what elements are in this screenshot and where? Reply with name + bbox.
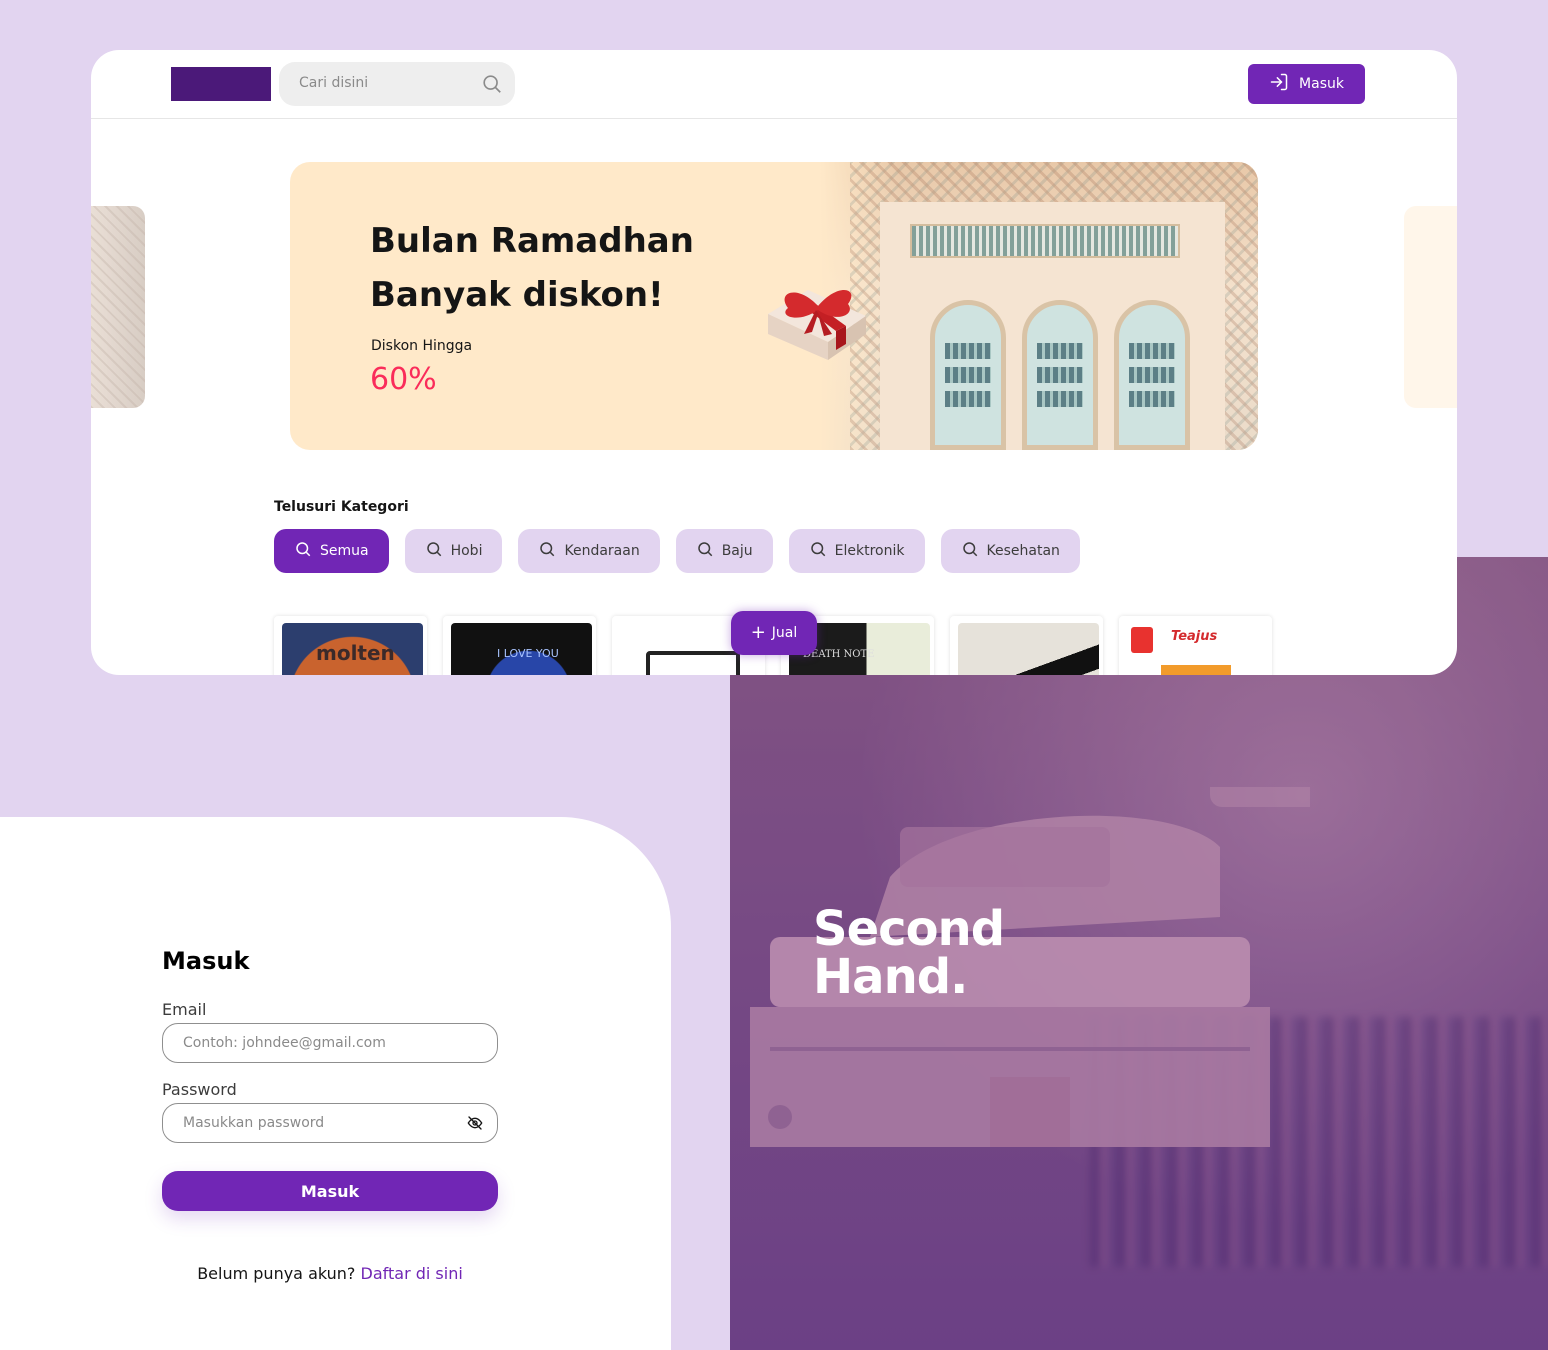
product-card[interactable]: I LOVE YOU: [443, 616, 596, 675]
product-card[interactable]: molten: [274, 616, 427, 675]
category-kendaraan[interactable]: Kendaraan: [518, 529, 660, 573]
email-field[interactable]: Contoh: johndee@gmail.com: [162, 1023, 498, 1063]
gift-box-image: [768, 289, 866, 360]
login-button[interactable]: Masuk: [1248, 64, 1365, 104]
product-card[interactable]: Teajus: [1119, 616, 1272, 675]
login-submit-button[interactable]: Masuk: [162, 1171, 498, 1211]
category-kesehatan[interactable]: Kesehatan: [940, 529, 1080, 573]
category-label: Hobi: [450, 543, 483, 559]
product-card[interactable]: [950, 616, 1103, 675]
search-input[interactable]: Cari disini: [279, 62, 515, 106]
sell-button-label: Jual: [771, 625, 798, 641]
promo-banner[interactable]: Bulan Ramadhan Banyak diskon! Diskon Hin…: [290, 162, 1258, 450]
product-image: I LOVE YOU: [451, 623, 592, 675]
category-label: Kesehatan: [986, 543, 1060, 559]
login-button-label: Masuk: [1299, 76, 1344, 92]
category-elektronik[interactable]: Elektronik: [788, 529, 925, 573]
navbar: Cari disini Masuk: [91, 50, 1457, 119]
carousel-prev-card[interactable]: [91, 206, 145, 408]
login-title: Masuk: [162, 947, 250, 975]
password-label: Password: [162, 1080, 237, 1099]
brand-logo-text: Second Hand.: [813, 901, 1005, 1005]
product-image: Teajus: [1127, 623, 1268, 675]
plus-icon: +: [750, 622, 766, 643]
search-icon: [961, 540, 979, 562]
banner-subtitle: Diskon Hingga: [371, 338, 473, 354]
carousel-next-card[interactable]: [1404, 206, 1457, 408]
sell-button[interactable]: + Jual: [731, 611, 817, 655]
login-panel: Masuk Email Contoh: johndee@gmail.com Pa…: [0, 817, 671, 1350]
category-semua[interactable]: Semua: [274, 529, 389, 573]
search-icon: [538, 540, 556, 562]
category-title: Telusuri Kategori: [274, 499, 409, 515]
homepage-window: Cari disini Masuk Bulan Ramadhan Banyak …: [91, 50, 1457, 675]
banner-title: Bulan Ramadhan Banyak diskon!: [370, 221, 694, 315]
category-label: Baju: [721, 543, 753, 559]
email-placeholder: Contoh: johndee@gmail.com: [183, 1035, 386, 1051]
register-link[interactable]: Daftar di sini: [361, 1264, 463, 1283]
category-label: Kendaraan: [564, 543, 640, 559]
search-icon[interactable]: [481, 73, 503, 99]
category-hobi[interactable]: Hobi: [404, 529, 503, 573]
email-label: Email: [162, 1000, 207, 1019]
category-baju[interactable]: Baju: [675, 529, 773, 573]
product-image: [958, 623, 1099, 675]
category-list: Semua Hobi Kendaraan Baju Elektronik Kes…: [274, 529, 1080, 573]
logo[interactable]: [171, 67, 271, 101]
register-prompt: Belum punya akun? Daftar di sini: [197, 1264, 463, 1283]
banner-discount: 60%: [370, 362, 437, 397]
search-icon: [696, 540, 714, 562]
search-placeholder: Cari disini: [299, 75, 369, 91]
product-image: molten: [282, 623, 423, 675]
eye-off-icon[interactable]: [467, 1115, 483, 1135]
login-icon: [1269, 72, 1289, 96]
category-label: Semua: [320, 543, 369, 559]
password-field[interactable]: Masukkan password: [162, 1103, 498, 1143]
password-placeholder: Masukkan password: [183, 1115, 325, 1131]
search-icon: [809, 540, 827, 562]
category-label: Elektronik: [834, 543, 905, 559]
search-icon: [294, 540, 312, 562]
hero-image: Second Hand.: [730, 557, 1548, 1350]
search-icon: [425, 540, 443, 562]
